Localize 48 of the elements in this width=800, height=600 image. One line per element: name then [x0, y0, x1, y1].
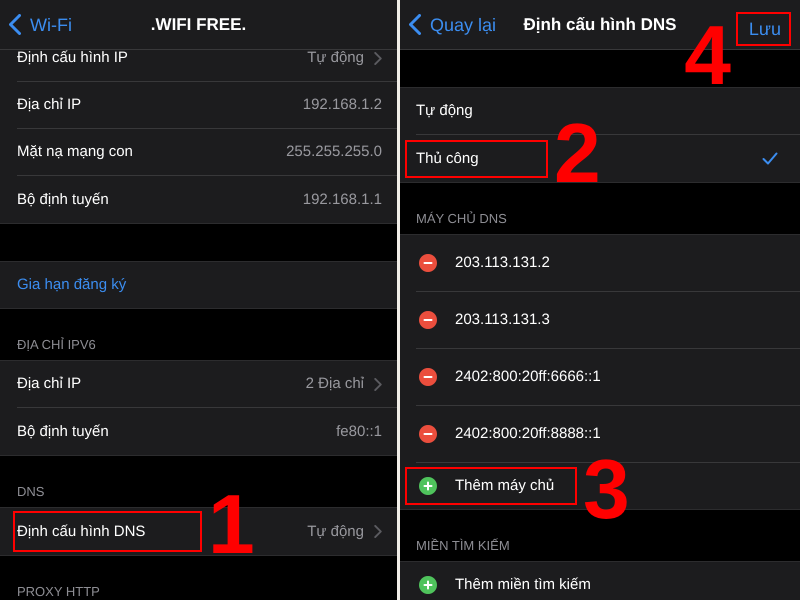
setting-value: Tự động	[307, 50, 364, 67]
add-icon[interactable]	[419, 576, 437, 594]
screen-title: .WIFI FREE.	[150, 14, 246, 34]
setting-label: Bộ định tuyến	[17, 422, 109, 440]
back-button[interactable]: Quay lại	[400, 14, 496, 36]
setting-label[interactable]: Địa chỉ IP	[17, 375, 82, 393]
add-label[interactable]: Thêm máy chủ	[455, 477, 554, 495]
remove-icon[interactable]	[419, 425, 437, 443]
setting-label: Địa chỉ IP	[17, 96, 82, 114]
remove-icon[interactable]	[419, 368, 437, 386]
section-header: PROXY HTTP	[17, 585, 100, 599]
server-address: 2402:800:20ff:6666::1	[455, 368, 601, 386]
step-number: 2	[554, 110, 601, 194]
setting-value: 192.168.1.1	[302, 190, 382, 208]
setting-label: Bộ định tuyến	[17, 190, 109, 208]
option-label[interactable]: Thủ công	[416, 150, 479, 168]
step-number: 1	[208, 482, 255, 566]
step-number: 3	[583, 447, 630, 531]
setting-label[interactable]: Định cấu hình IP	[17, 50, 128, 67]
chevron-right-icon	[374, 525, 382, 538]
remove-icon[interactable]	[419, 254, 437, 272]
option-label[interactable]: Tự động	[416, 102, 473, 120]
step-number: 4	[684, 13, 731, 97]
server-address: 203.113.131.3	[455, 311, 550, 329]
chevron-right-icon	[374, 378, 382, 390]
back-button[interactable]: Wi-Fi	[0, 14, 72, 36]
screen-title: Định cấu hình DNS	[524, 14, 676, 34]
setting-label: Mặt nạ mạng con	[17, 143, 133, 161]
setting-value: 192.168.1.2	[302, 96, 382, 114]
section-header: MIỀN TÌM KIẾM	[416, 539, 510, 553]
back-chevron-icon	[9, 14, 21, 35]
save-button[interactable]: Lưu	[748, 18, 781, 40]
setting-value: 255.255.255.0	[286, 143, 382, 161]
section-header: ĐỊA CHỈ IPV6	[17, 338, 96, 352]
server-address: 203.113.131.2	[455, 254, 550, 272]
chevron-right-icon	[374, 52, 382, 64]
section-header: DNS	[17, 485, 44, 499]
add-icon[interactable]	[419, 477, 437, 495]
back-chevron-icon	[409, 14, 421, 35]
section-header: MÁY CHỦ DNS	[416, 212, 507, 226]
remove-icon[interactable]	[419, 311, 437, 329]
action-link[interactable]: Gia hạn đăng ký	[17, 276, 126, 294]
setting-value: Tự động	[307, 522, 364, 540]
server-address: 2402:800:20ff:8888::1	[455, 425, 601, 443]
setting-value: 2 Địa chỉ	[306, 375, 364, 393]
add-label[interactable]: Thêm miền tìm kiếm	[455, 576, 591, 594]
setting-label[interactable]: Định cấu hình DNS	[17, 522, 146, 540]
setting-value: fe80::1	[336, 422, 382, 440]
